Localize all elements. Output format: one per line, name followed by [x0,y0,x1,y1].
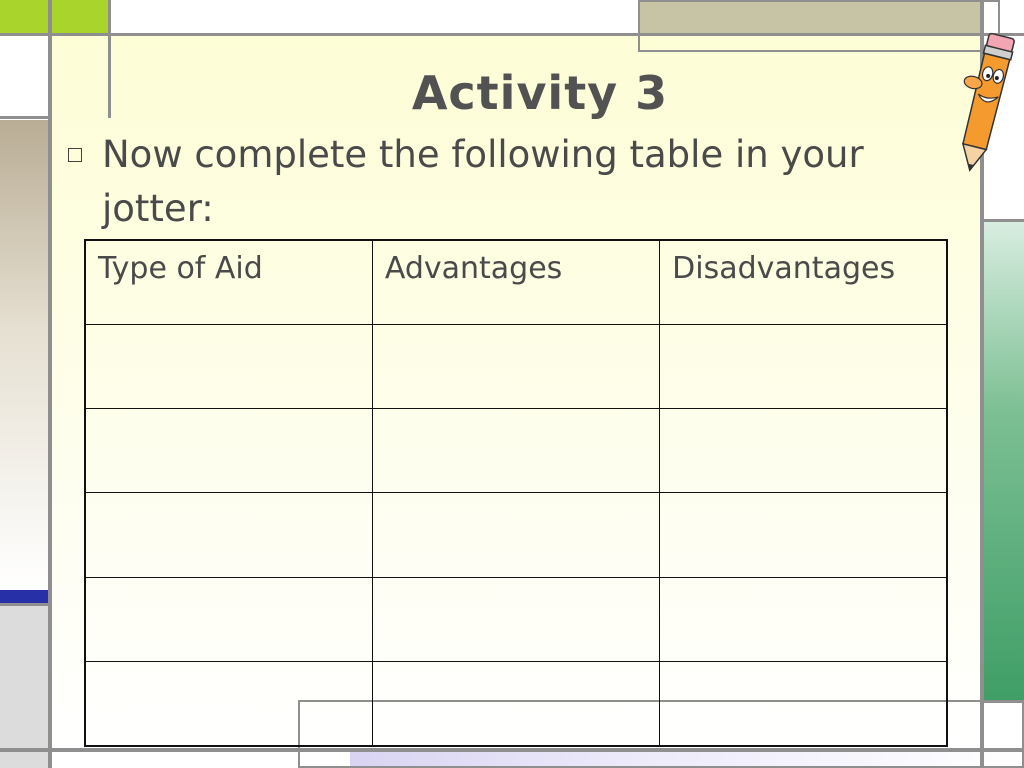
table-cell [659,323,948,409]
left-gray-column [0,606,48,768]
header-disadvantages: Disadvantages [659,239,948,325]
left-beige-column [0,120,48,590]
header-advantages: Advantages [371,239,661,325]
table-cell [659,661,948,747]
table-row [84,323,948,409]
table-cell [371,661,661,747]
table-header-row: Type of Aid Advantages Disadvantages [84,239,948,325]
left-blue-strip [0,590,48,604]
table-cell [659,407,948,494]
bullet-text: Now complete the following table in your… [102,133,864,230]
table-cell [84,323,373,409]
table-cell [84,576,373,663]
table-cell [659,492,948,578]
frame-line-left-mid [0,116,52,119]
bullet-square-icon [68,148,82,162]
table-row [84,661,948,747]
frame-box-top-right [638,0,1000,52]
frame-line-left-lower [0,603,52,606]
table-cell [84,407,373,494]
table-cell [84,661,373,747]
frame-line-right-upper [980,219,1024,222]
table-cell [371,492,661,578]
table-row [84,492,948,578]
table-cell [659,576,948,663]
top-left-green-bar [0,0,110,33]
aid-table: Type of Aid Advantages Disadvantages [84,239,948,747]
table-cell [371,576,661,663]
pencil-character-icon [961,32,1015,172]
table-row [84,576,948,663]
table-row [84,407,948,494]
table-cell [371,323,661,409]
frame-line-green-right [108,0,111,118]
table-cell [371,407,661,494]
header-type-of-aid: Type of Aid [84,239,373,325]
slide-title: Activity 3 [411,66,669,120]
table-cell [84,492,373,578]
right-teal-column [984,222,1024,700]
